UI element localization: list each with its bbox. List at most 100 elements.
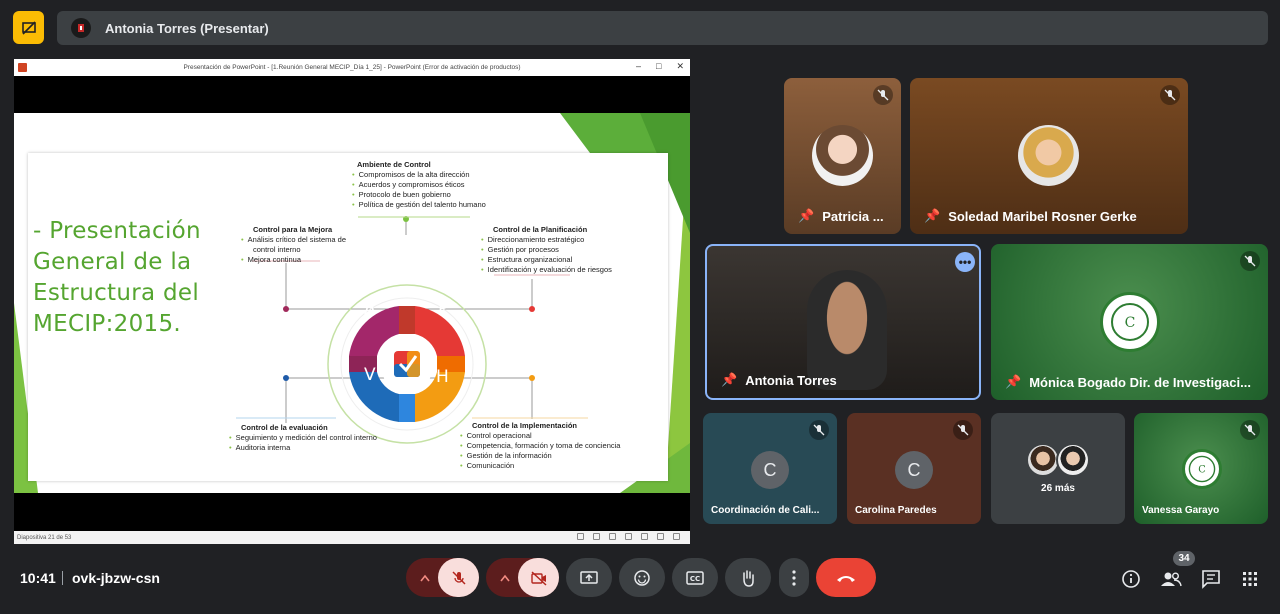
presentation-window[interactable]: Presentación de PowerPoint - [1.Reunión … — [14, 59, 690, 544]
participant-tile[interactable]: 📌 Patricia ... — [784, 78, 901, 234]
more-options-icon[interactable]: ••• — [955, 252, 975, 272]
info-icon[interactable] — [1119, 567, 1143, 591]
presenter-avatar — [71, 18, 91, 38]
mejora-item: Mejora continua — [241, 255, 301, 264]
chat-icon[interactable] — [1199, 567, 1223, 591]
prev-slide-icon[interactable] — [577, 533, 584, 540]
present-off-icon[interactable] — [13, 11, 44, 44]
mic-group — [406, 558, 479, 597]
participant-count-badge: 34 — [1173, 551, 1195, 566]
mic-off-icon[interactable] — [438, 558, 479, 597]
participant-name: Vanessa Garayo — [1142, 505, 1220, 516]
mic-off-icon — [809, 420, 829, 440]
ambiente-item: Compromisos de la alta dirección — [352, 170, 470, 179]
participant-tile[interactable]: C Coordinación de Cali... — [703, 413, 837, 524]
mejora-title: Control para la Mejora — [253, 225, 333, 234]
evaluacion-item: Seguimiento y medición del control inter… — [229, 433, 377, 442]
slide-counter: Diapositiva 21 de 53 — [17, 534, 72, 541]
raise-hand-icon[interactable] — [725, 558, 771, 597]
wheel-letter-v: V — [364, 365, 376, 385]
slideshow-view-icon[interactable] — [673, 533, 680, 540]
ppt-titlebar: Presentación de PowerPoint - [1.Reunión … — [14, 59, 690, 76]
implementacion-item: Control operacional — [460, 431, 532, 440]
ppt-statusbar: Diapositiva 21 de 53 — [14, 531, 690, 544]
menu-slide-icon[interactable] — [593, 533, 600, 540]
implementacion-item: Comunicación — [460, 461, 515, 470]
ambiente-title: Ambiente de Control — [357, 160, 431, 169]
camera-off-icon[interactable] — [518, 558, 559, 597]
captions-icon[interactable]: CC — [672, 558, 718, 597]
normal-view-icon[interactable] — [625, 533, 632, 540]
avatar: C — [751, 451, 789, 489]
avatar — [1056, 443, 1090, 477]
svg-text:CC: CC — [690, 575, 700, 583]
mejora-item-cont: control interno — [253, 245, 301, 254]
mic-off-icon — [1240, 251, 1260, 271]
participant-name: Mónica Bogado Dir. de Investigaci... — [1029, 374, 1251, 390]
participant-name: Patricia ... — [822, 208, 884, 224]
ppt-window-title: Presentación de PowerPoint - [1.Reunión … — [183, 64, 521, 71]
planificacion-title: Control de la Planificación — [493, 225, 588, 234]
wheel-letter-h: H — [436, 367, 449, 387]
reading-view-icon[interactable] — [657, 533, 664, 540]
evaluacion-title: Control de la evaluación — [241, 423, 328, 432]
avatar — [1018, 125, 1079, 186]
implementacion-title: Control de la Implementación — [472, 421, 578, 430]
meeting-time: 10:41 — [20, 570, 56, 586]
mejora-item: Análisis crítico del sistema de — [241, 235, 346, 244]
ambiente-item: Protocolo de buen gobierno — [352, 190, 451, 199]
svg-text:C: C — [1125, 315, 1136, 331]
others-tile[interactable]: 26 más — [991, 413, 1125, 524]
pin-icon: 📌 — [721, 372, 738, 387]
participant-name: Soledad Maribel Rosner Gerke — [948, 208, 1137, 224]
activities-icon[interactable] — [1238, 567, 1262, 591]
more-icon[interactable] — [779, 558, 809, 597]
people-icon[interactable] — [1159, 567, 1183, 591]
maximize-icon[interactable]: □ — [656, 61, 661, 72]
planificacion-item: Direccionamiento estratégico — [481, 235, 585, 244]
slide: - Presentación General de la Estructura … — [14, 113, 690, 493]
meet-window: Antonia Torres (Presentar) Presentación … — [0, 0, 1280, 614]
wheel-letter-a: A — [364, 299, 376, 319]
control-bar: 10:41 ovk-jbzw-csn CC 34 — [0, 551, 1280, 614]
pdca-wheel — [327, 284, 487, 444]
avatar: C — [1182, 449, 1222, 489]
participant-tile[interactable]: C Vanessa Garayo — [1134, 413, 1268, 524]
pin-icon: 📌 — [924, 208, 941, 223]
present-screen-icon[interactable] — [566, 558, 612, 597]
end-call-icon[interactable] — [816, 558, 876, 597]
avatar — [812, 125, 873, 186]
implementacion-item: Gestión de la información — [460, 451, 552, 460]
close-icon[interactable]: ✕ — [676, 61, 684, 72]
implementacion-item: Competencia, formación y toma de concien… — [460, 441, 621, 450]
participant-tile[interactable]: 📌 Soledad Maribel Rosner Gerke — [910, 78, 1188, 234]
avatar: C — [1100, 292, 1160, 352]
mic-off-icon — [1160, 85, 1180, 105]
mic-off-icon — [873, 85, 893, 105]
mic-off-icon — [953, 420, 973, 440]
camera-group — [486, 558, 559, 597]
sorter-view-icon[interactable] — [641, 533, 648, 540]
participant-tile[interactable]: C 📌 Mónica Bogado Dir. de Investigaci... — [991, 244, 1268, 400]
ambiente-item: Política de gestión del talento humano — [352, 200, 486, 209]
mic-off-icon — [1240, 420, 1260, 440]
others-count: 26 más — [1041, 483, 1075, 494]
evaluacion-item: Auditoria interna — [229, 443, 291, 452]
presenter-title: Antonia Torres (Presentar) — [105, 20, 269, 36]
participant-name: Carolina Paredes — [855, 505, 937, 516]
participant-name: Antonia Torres — [745, 372, 837, 388]
avatar: C — [895, 451, 933, 489]
minimize-icon[interactable]: – — [636, 61, 641, 72]
participant-tile[interactable]: C Carolina Paredes — [847, 413, 981, 524]
emoji-icon[interactable] — [619, 558, 665, 597]
participant-name: Coordinación de Cali... — [711, 505, 820, 516]
next-slide-icon[interactable] — [609, 533, 616, 540]
avatar — [1026, 443, 1060, 477]
separator — [62, 571, 63, 585]
ambiente-item: Acuerdos y compromisos éticos — [352, 180, 465, 189]
pin-icon: 📌 — [798, 208, 815, 223]
participant-tile-active[interactable]: ••• 📌 Antonia Torres — [705, 244, 981, 400]
planificacion-item: Identificación y evaluación de riesgos — [481, 265, 612, 274]
wheel-letter-p: P — [438, 299, 449, 319]
planificacion-item: Estructura organizacional — [481, 255, 573, 264]
